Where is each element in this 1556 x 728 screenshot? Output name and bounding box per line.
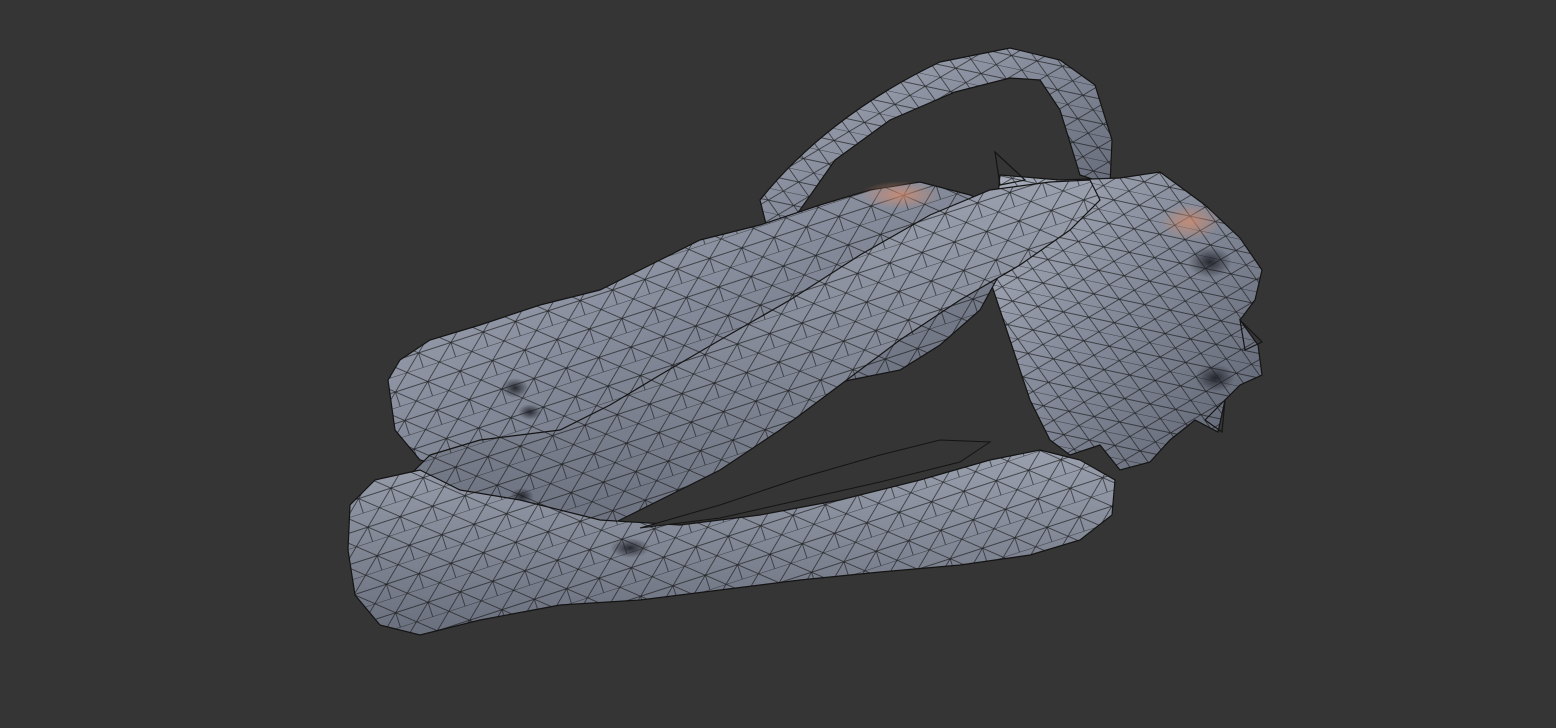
3d-viewport[interactable] (0, 0, 1556, 728)
skull-mesh-model[interactable] (0, 0, 1556, 728)
